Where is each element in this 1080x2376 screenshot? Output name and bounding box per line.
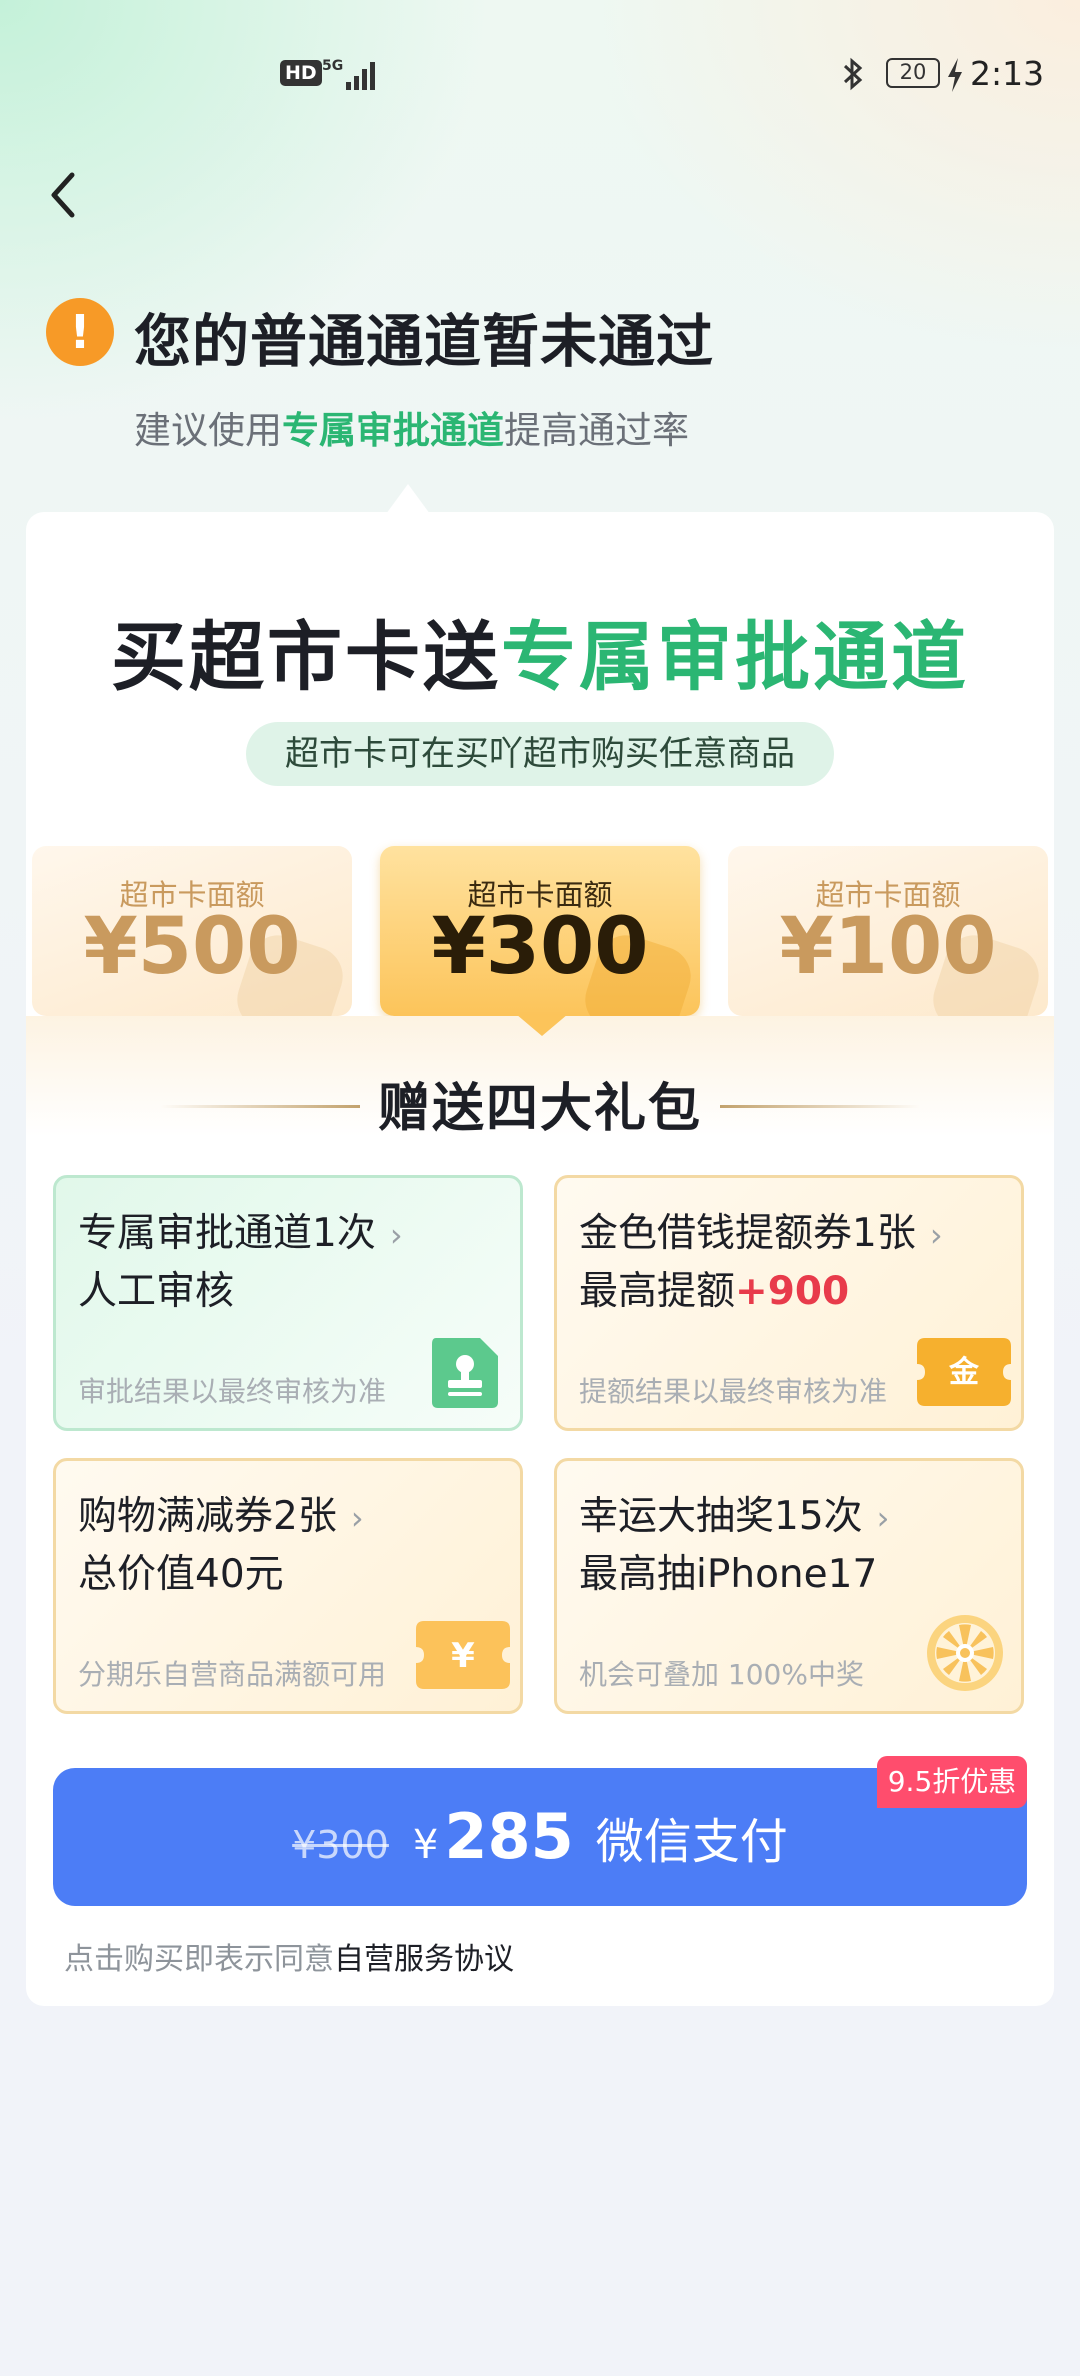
denomination-100[interactable]: 超市卡面额 ¥100: [728, 846, 1048, 1016]
warning-icon: !: [46, 298, 114, 366]
service-agreement-link[interactable]: 自营服务协议: [334, 1942, 514, 1977]
gold-coupon-icon: 金: [917, 1338, 1011, 1406]
benefit-title: 专属审批通道1次: [78, 1211, 376, 1256]
benefit-shopping-coupon[interactable]: 购物满减券2张 › 总价值40元 分期乐自营商品满额可用 ¥: [53, 1458, 523, 1714]
benefit-note: 提额结果以最终审核为准: [579, 1375, 888, 1408]
chevron-right-icon: ›: [389, 1216, 403, 1254]
currency-symbol: ¥: [412, 1822, 439, 1868]
agreement-prefix: 点击购买即表示同意: [64, 1942, 334, 1977]
stamp-icon: [432, 1338, 498, 1408]
back-arrow-icon[interactable]: [40, 165, 86, 225]
benefit-lottery[interactable]: 幸运大抽奖15次 › 最高抽iPhone17 机会可叠加 100%中奖: [554, 1458, 1024, 1714]
denomination-amount: ¥100: [779, 902, 997, 992]
benefit-title: 金色借钱提额券1张: [579, 1211, 916, 1256]
chevron-right-icon: ›: [929, 1216, 943, 1254]
selected-indicator: [516, 1014, 568, 1036]
yen-coupon-text: ¥: [451, 1636, 475, 1676]
page-subtitle: 建议使用专属审批通道提高通过率: [134, 400, 689, 454]
benefit-approval-channel[interactable]: 专属审批通道1次 › 人工审核 审批结果以最终审核为准: [53, 1175, 523, 1431]
bluetooth-icon: [843, 57, 863, 91]
gold-coupon-text: 金: [948, 1355, 980, 1390]
original-price: ¥300: [292, 1823, 389, 1867]
benefit-title: 幸运大抽奖15次: [579, 1494, 863, 1539]
denomination-500[interactable]: 超市卡面额 ¥500: [32, 846, 352, 1016]
offer-title-text: 买超市卡送: [110, 613, 501, 701]
chevron-right-icon: ›: [876, 1499, 890, 1537]
offer-title: 买超市卡送专属审批通道: [0, 596, 1080, 705]
subtitle-text-end: 提高通过率: [504, 409, 689, 452]
chevron-right-icon: ›: [350, 1499, 364, 1537]
benefit-subtitle: 总价值40元: [78, 1552, 284, 1597]
denomination-amount: ¥500: [83, 902, 301, 992]
denomination-300[interactable]: 超市卡面额 ¥300: [380, 846, 700, 1016]
benefit-subtitle: 最高抽iPhone17: [579, 1552, 878, 1597]
svg-text:5G: 5G: [322, 58, 343, 74]
offer-title-highlight: 专属审批通道: [501, 613, 970, 701]
page-title: 您的普通通道暂未通过: [134, 309, 714, 375]
benefit-highlight: +900: [735, 1269, 850, 1314]
benefit-note: 分期乐自营商品满额可用: [78, 1658, 387, 1691]
benefit-title: 购物满减券2张: [78, 1494, 337, 1539]
subtitle-text: 建议使用: [134, 409, 282, 452]
benefit-subtitle: 人工审核: [78, 1269, 235, 1314]
benefit-subtitle: 最高提额: [579, 1269, 736, 1314]
pay-label: 微信支付: [595, 1814, 788, 1870]
discounted-price: 285: [444, 1800, 574, 1873]
discount-badge: 9.5折优惠: [877, 1756, 1027, 1808]
subtitle-highlight: 专属审批通道: [282, 409, 504, 452]
benefit-note: 审批结果以最终审核为准: [78, 1375, 387, 1408]
signal-5g-icon: 5G: [322, 58, 375, 90]
lottery-wheel-icon: [927, 1615, 1003, 1691]
status-bar: HD 5G 20 2:13: [0, 50, 1080, 100]
yen-coupon-icon: ¥: [416, 1621, 510, 1689]
status-time: 2:13: [970, 54, 1045, 93]
supermarket-note-pill: 超市卡可在买吖超市购买任意商品: [246, 722, 834, 786]
charging-bolt-icon: [948, 58, 962, 92]
benefit-credit-coupon[interactable]: 金色借钱提额券1张 › 最高提额+900 提额结果以最终审核为准 金: [554, 1175, 1024, 1431]
gift-title: 赠送四大礼包: [377, 1079, 702, 1139]
hd-badge: HD: [280, 60, 322, 86]
denomination-amount: ¥300: [431, 902, 649, 992]
battery-icon: 20: [886, 58, 940, 88]
benefit-note: 机会可叠加 100%中奖: [579, 1658, 864, 1691]
agreement-text: 点击购买即表示同意自营服务协议: [64, 1934, 514, 1978]
card-pointer: [386, 484, 430, 514]
